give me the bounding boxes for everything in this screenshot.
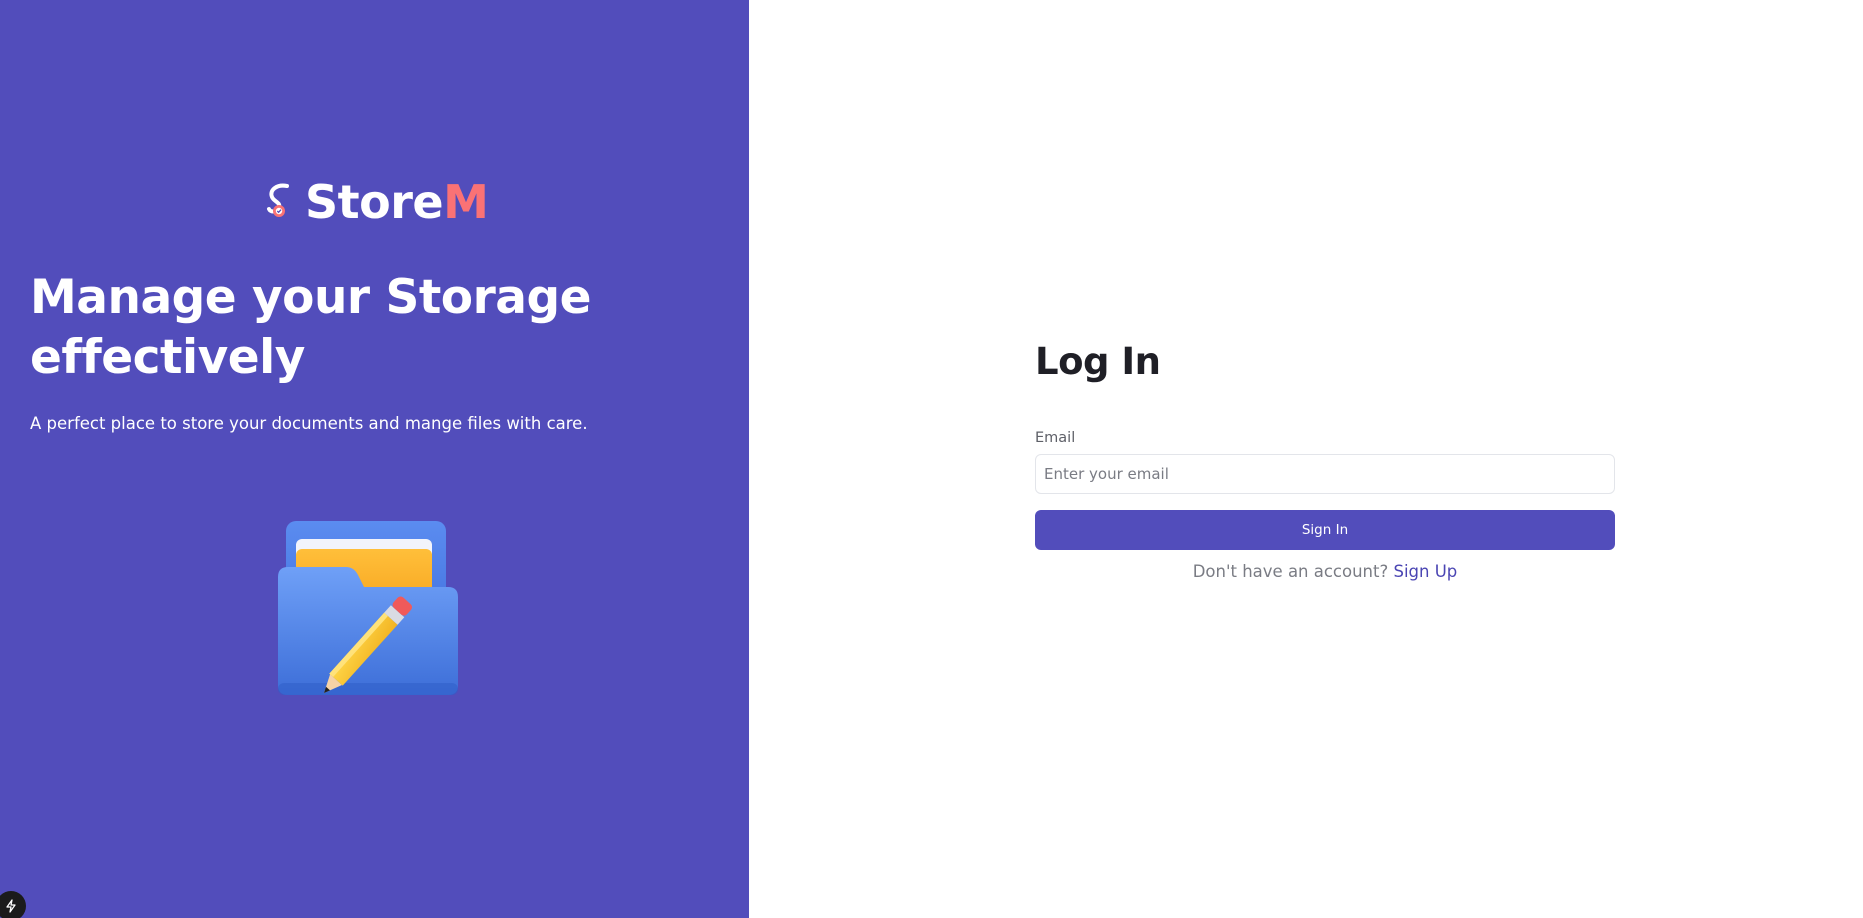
brand-name-main: Store bbox=[305, 175, 444, 229]
hero-title-line-2: effectively bbox=[30, 330, 305, 385]
hero-subtitle: A perfect place to store your documents … bbox=[30, 414, 588, 433]
brand-name: StoreM bbox=[305, 175, 489, 229]
brand-panel: StoreM Manage your Storage effectively A… bbox=[0, 0, 749, 918]
sign-in-button[interactable]: Sign In bbox=[1035, 510, 1615, 550]
login-form: Log In Email Sign In Don't have an accou… bbox=[1035, 338, 1615, 584]
hero-title-line-1: Manage your Storage bbox=[30, 270, 592, 325]
hero-title: Manage your Storage effectively bbox=[30, 268, 670, 388]
signup-prompt-text: Don't have an account? bbox=[1192, 562, 1389, 581]
lightning-icon bbox=[6, 899, 16, 913]
sign-up-link[interactable]: Sign Up bbox=[1394, 562, 1458, 581]
brand-name-accent: M bbox=[443, 175, 489, 229]
login-page: StoreM Manage your Storage effectively A… bbox=[0, 0, 1863, 918]
brand-logo: StoreM bbox=[263, 175, 489, 229]
signup-prompt: Don't have an account? Sign Up bbox=[1035, 560, 1615, 584]
email-input[interactable] bbox=[1035, 454, 1615, 494]
folder-with-pencil-illustration bbox=[278, 521, 458, 695]
corner-badge[interactable] bbox=[0, 891, 26, 918]
email-label: Email bbox=[1035, 430, 1076, 446]
login-title: Log In bbox=[1035, 340, 1161, 383]
login-panel: Log In Email Sign In Don't have an accou… bbox=[749, 0, 1863, 918]
storem-logo-icon bbox=[267, 183, 289, 217]
